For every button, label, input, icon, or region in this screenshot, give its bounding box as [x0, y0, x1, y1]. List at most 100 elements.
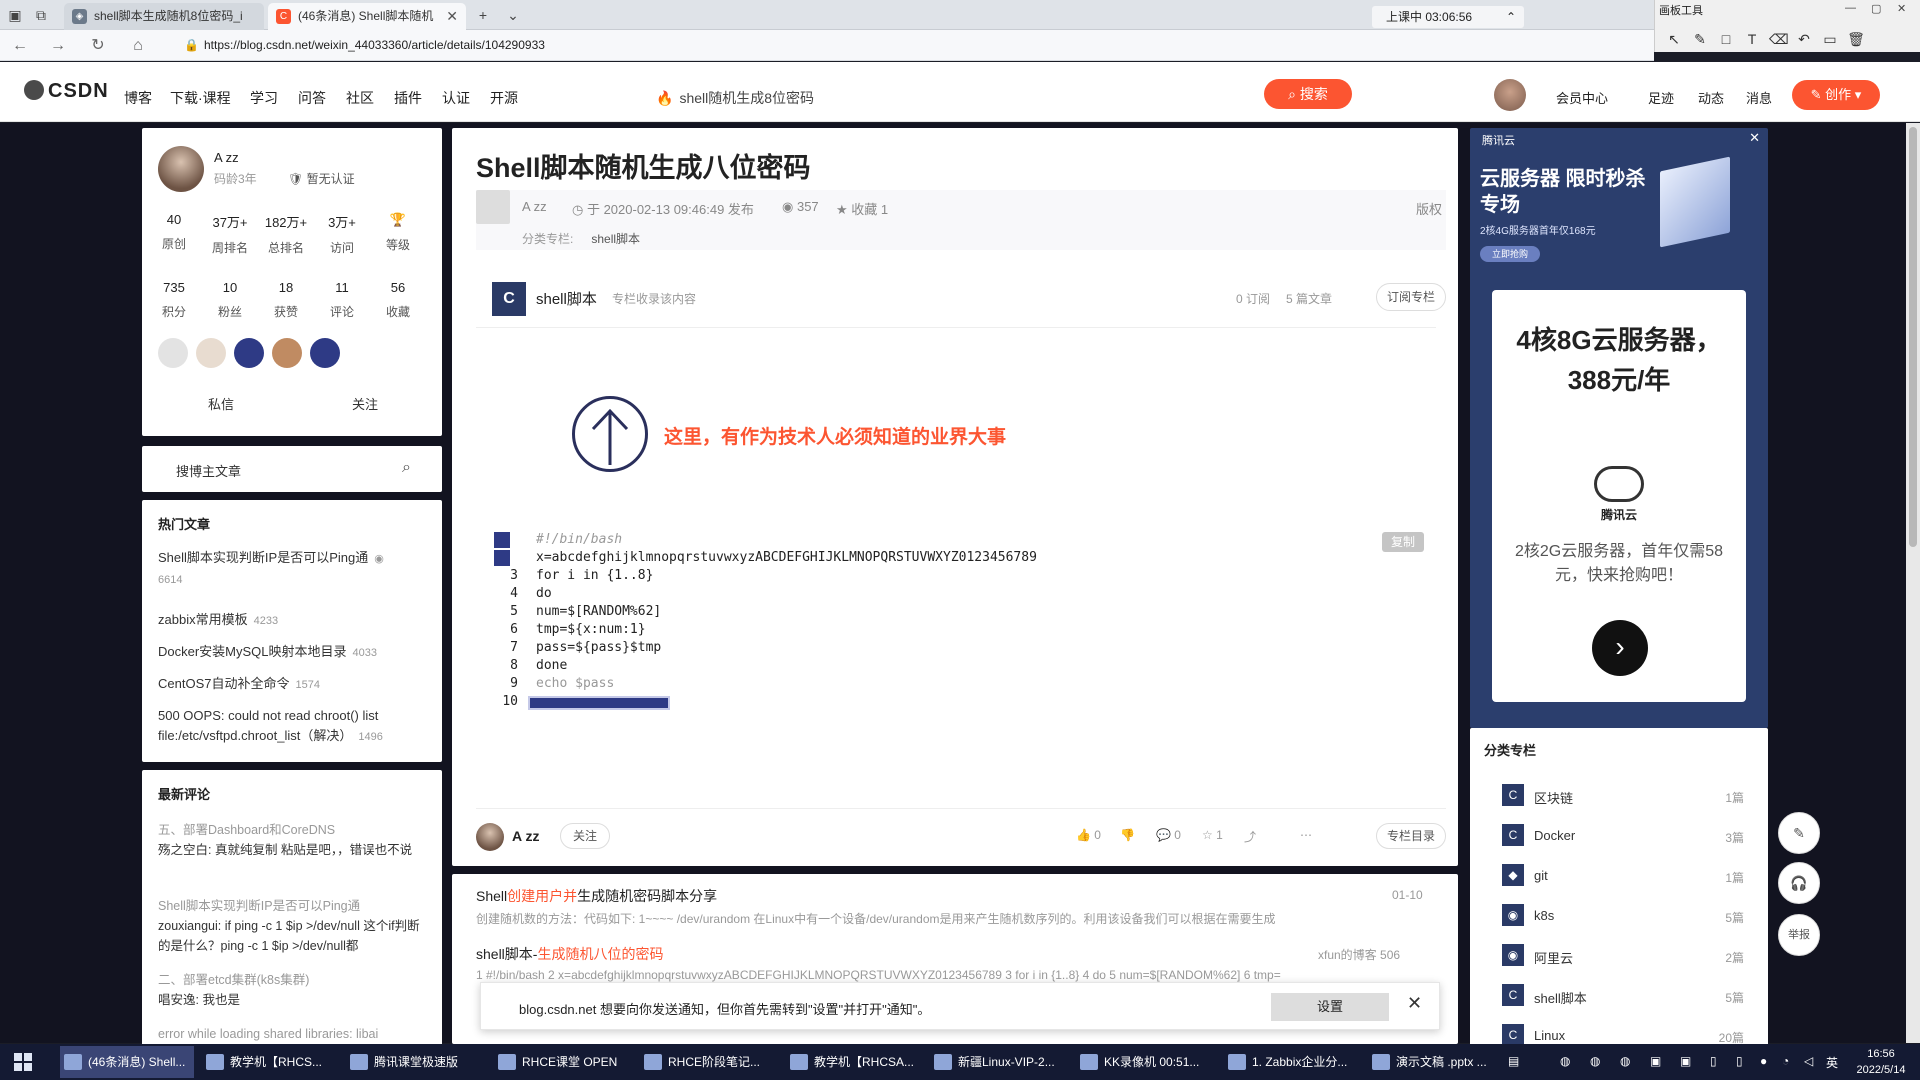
app-tray-icon[interactable]: ▯	[1710, 1054, 1717, 1068]
stat-favorites[interactable]: 56 收藏	[370, 280, 426, 320]
badge-icon[interactable]	[272, 338, 302, 368]
task-item[interactable]: 教学机【RHCS...	[202, 1046, 332, 1078]
task-item[interactable]: 演示文稿 .pptx ...	[1368, 1046, 1498, 1078]
tab-list-chevron-icon[interactable]: ⌄	[504, 6, 522, 24]
category-item[interactable]: ◉ k8s 5篇	[1502, 904, 1758, 928]
meta-favorites[interactable]: ★ 收藏 1	[836, 199, 888, 218]
badge-icon[interactable]	[310, 338, 340, 368]
stat-original[interactable]: 40 原创	[146, 212, 202, 252]
category-item[interactable]: C Docker 3篇	[1502, 824, 1758, 848]
rec-title[interactable]: shell脚本-生成随机八位的密码	[476, 944, 663, 964]
stat-total-rank[interactable]: 182万+ 总排名	[258, 212, 314, 256]
notification-settings-button[interactable]: 设置	[1271, 993, 1389, 1021]
category-item[interactable]: ◆ git 1篇	[1502, 864, 1758, 888]
private-message-button[interactable]: 私信	[208, 394, 234, 413]
blog-search[interactable]: 搜博主文章 ⌕	[142, 446, 442, 492]
close-icon[interactable]: ✕	[1407, 993, 1422, 1014]
chevron-up-icon[interactable]: ⌃	[1506, 6, 1516, 28]
badge-icon[interactable]	[196, 338, 226, 368]
minimize-icon[interactable]: —	[1845, 2, 1856, 14]
chat-tray-icon[interactable]: ▤	[1508, 1054, 1519, 1068]
nav-cert[interactable]: 认证	[442, 88, 470, 108]
nav-blog[interactable]: 博客	[124, 88, 152, 108]
maximize-icon[interactable]: ▢	[1871, 2, 1881, 15]
app-tray-icon[interactable]: ◍	[1590, 1054, 1600, 1068]
nav-community[interactable]: 社区	[346, 88, 374, 108]
stat-points[interactable]: 735 积分	[146, 280, 202, 320]
category-item[interactable]: ◉ 阿里云 2篇	[1502, 944, 1758, 968]
trash-icon[interactable]: 🗑	[1847, 30, 1865, 48]
favorite-button[interactable]: ☆ 1	[1202, 828, 1223, 842]
pen-tool-icon[interactable]: ✎	[1691, 30, 1709, 48]
task-item[interactable]: 教学机【RHCSA...	[786, 1046, 916, 1078]
thumbs-down-icon[interactable]: 👎	[1120, 828, 1135, 842]
volume-tray-icon[interactable]: ◁	[1804, 1054, 1813, 1068]
url-field[interactable]: 🔒 https://blog.csdn.net/weixin_44033360/…	[184, 34, 1644, 57]
footer-follow-button[interactable]: 关注	[560, 823, 610, 849]
stat-fans[interactable]: 10 粉丝	[202, 280, 258, 320]
hot-item[interactable]: CentOS7自动补全命令 1574	[158, 674, 428, 695]
rec-title[interactable]: Shell创建用户并生成随机密码脚本分享	[476, 886, 717, 906]
like-button[interactable]: 👍 0	[1076, 828, 1101, 842]
category-item[interactable]: C 区块链 1篇	[1502, 784, 1758, 808]
mic-tray-icon[interactable]: ●	[1760, 1054, 1767, 1068]
hot-item[interactable]: zabbix常用模板 4233	[158, 610, 428, 631]
rect-tool-icon[interactable]: □	[1717, 30, 1735, 48]
edit-float-button[interactable]: ✎	[1778, 812, 1820, 854]
nav-opensource[interactable]: 开源	[490, 88, 518, 108]
scroll-thumb[interactable]	[1909, 127, 1917, 547]
meta-copyright[interactable]: 版权	[1416, 199, 1442, 218]
nav-qa[interactable]: 问答	[298, 88, 326, 108]
nav-footprint[interactable]: 足迹	[1648, 88, 1674, 107]
comment-item[interactable]: 五、部署Dashboard和CoreDNS 殇之空白: 真就纯复制 粘贴是吧，，错…	[158, 820, 430, 860]
stat-likes[interactable]: 18 获赞	[258, 280, 314, 320]
search-icon[interactable]: ⌕	[402, 459, 411, 477]
task-item[interactable]: 新疆Linux-VIP-2...	[930, 1046, 1070, 1078]
task-item[interactable]: KK录像机 00:51...	[1076, 1046, 1210, 1078]
nav-vip[interactable]: 会员中心	[1556, 88, 1608, 107]
search-button[interactable]: ⌕ 搜索	[1264, 79, 1352, 109]
code-block[interactable]: 1 #!/bin/bash 2 x=abcdefghijklmnopqrstuv…	[494, 532, 1448, 762]
reload-icon[interactable]: ↻	[88, 36, 108, 56]
category-item[interactable]: Cshell脚本 5篇	[1502, 984, 1758, 1008]
nav-learn[interactable]: 学习	[250, 88, 278, 108]
share-icon[interactable]: ⤴	[1244, 828, 1256, 845]
app-tray-icon[interactable]: ▣	[1680, 1054, 1691, 1068]
app-tray-icon[interactable]: ▣	[1650, 1054, 1661, 1068]
forward-icon[interactable]: →	[48, 36, 68, 56]
promo-banner[interactable]: 这里，有作为技术人必须知道的业界大事	[572, 396, 1072, 476]
badge-icon[interactable]	[234, 338, 264, 368]
meta-avatar[interactable]	[476, 190, 510, 224]
new-tab-icon[interactable]: +	[474, 6, 492, 24]
eraser-tool-icon[interactable]: ⌫	[1769, 30, 1789, 48]
pointer-tool-icon[interactable]: ↖	[1665, 30, 1683, 48]
ad-banner[interactable]: 腾讯云 ✕ 云服务器 限时秒杀专场 2核4G服务器首年仅168元 立即抢购 4核…	[1470, 128, 1768, 728]
chevron-right-icon[interactable]: ›	[1592, 620, 1648, 676]
user-avatar[interactable]	[1494, 79, 1526, 111]
footer-author[interactable]: A zz	[512, 828, 539, 844]
comment-item[interactable]: error while loading shared libraries: li…	[158, 1024, 430, 1044]
column-catalog-button[interactable]: 专栏目录	[1376, 823, 1446, 849]
follow-button[interactable]: 关注	[352, 394, 378, 413]
hot-item[interactable]: Shell脚本实现判断IP是否可以Ping通 ◉ 6614	[158, 548, 428, 590]
report-float-button[interactable]: 举报	[1778, 914, 1820, 956]
category-link[interactable]: shell脚本	[591, 232, 640, 246]
footer-avatar[interactable]	[476, 823, 504, 851]
wifi-tray-icon[interactable]: ◔	[1782, 1054, 1789, 1068]
more-icon[interactable]: ⋯	[1300, 828, 1312, 842]
ad-pill-button[interactable]: 立即抢购	[1480, 246, 1540, 262]
nav-messages[interactable]: 消息	[1746, 88, 1772, 107]
stat-visits[interactable]: 3万+ 访问	[314, 212, 370, 256]
input-language[interactable]: 英	[1826, 1054, 1838, 1071]
windows-start-icon[interactable]	[14, 1053, 32, 1071]
comment-button[interactable]: 💬 0	[1156, 828, 1181, 842]
task-item[interactable]: 1. Zabbix企业分...	[1224, 1046, 1354, 1078]
author-name[interactable]: A zz	[214, 150, 239, 165]
csdn-logo[interactable]: CSDN	[24, 80, 109, 103]
comment-item[interactable]: Shell脚本实现判断IP是否可以Ping通 zouxiangui: if pin…	[158, 896, 430, 956]
close-icon[interactable]: ✕	[1897, 2, 1906, 15]
taskbar-clock[interactable]: 16:56 2022/5/14	[1846, 1046, 1916, 1078]
badge-icon[interactable]	[158, 338, 188, 368]
nav-dynamic[interactable]: 动态	[1698, 88, 1724, 107]
comment-item[interactable]: 二、部署etcd集群(k8s集群) 唱安逸: 我也是	[158, 970, 430, 1010]
